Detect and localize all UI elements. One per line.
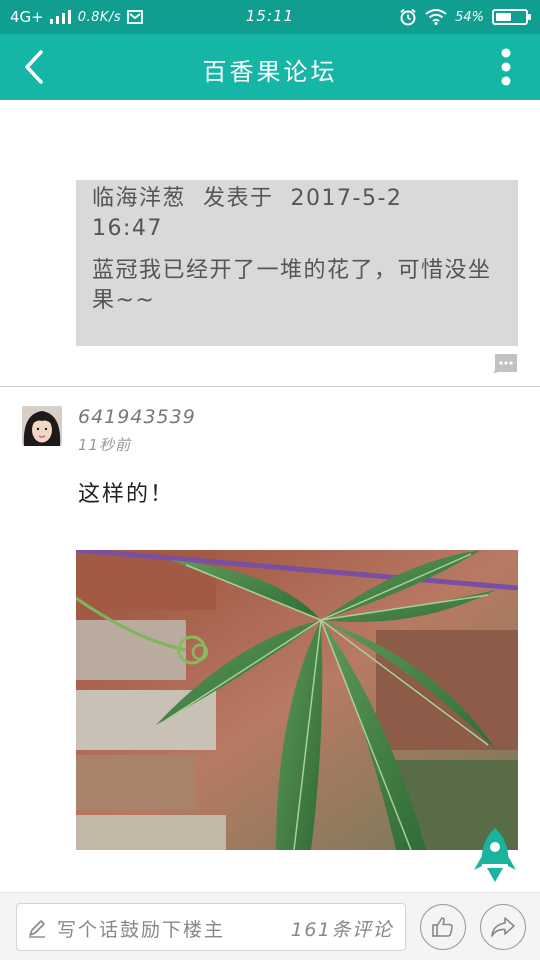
battery-percent: 54% <box>455 9 484 25</box>
back-icon <box>25 50 43 84</box>
bottom-bar: 写个话鼓励下楼主 161条评论 <box>0 892 540 960</box>
post-photo[interactable] <box>76 550 518 850</box>
quote-date: 2017-5-2 <box>290 186 403 211</box>
status-bar: 4G+ 0.8K/s 15:11 54% <box>0 0 540 34</box>
back-button[interactable] <box>14 47 54 87</box>
quote-text: 蓝冠我已经开了一堆的花了，可惜没坐果~~ <box>92 258 492 313</box>
share-button[interactable] <box>480 904 526 950</box>
app-bar: 百香果论坛 <box>0 34 540 100</box>
comment-icon[interactable] <box>492 353 518 375</box>
thumbs-up-icon <box>432 917 453 937</box>
quoted-post: 临海洋葱 发表于 2017-5-2 16:47 蓝冠我已经开了一堆的花了，可惜没… <box>76 180 518 346</box>
comment-input[interactable]: 写个话鼓励下楼主 161条评论 <box>16 903 406 951</box>
more-icon <box>501 48 511 86</box>
quote-author: 临海洋葱 <box>92 186 187 211</box>
comment-placeholder: 写个话鼓励下楼主 <box>57 919 226 941</box>
avatar[interactable] <box>22 406 62 446</box>
page-title: 百香果论坛 <box>202 58 338 86</box>
comment-count[interactable]: 161条评论 <box>291 915 393 942</box>
reply-text: 这样的！ <box>78 482 175 507</box>
battery-icon <box>492 9 531 25</box>
reply-time: 11秒前 <box>78 436 132 454</box>
divider <box>0 386 540 387</box>
quote-header: 临海洋葱 发表于 2017-5-2 <box>92 184 502 214</box>
quote-time: 16:47 <box>92 216 163 241</box>
battery-fill <box>496 13 512 21</box>
passion-fruit-leaf-photo <box>76 550 518 850</box>
status-bar-right: 54% <box>399 7 531 27</box>
alarm-icon <box>400 8 416 26</box>
wifi-icon <box>425 9 447 25</box>
more-button[interactable] <box>486 47 526 87</box>
rocket-icon[interactable] <box>472 826 518 886</box>
avatar-image <box>22 406 62 446</box>
quote-posted-label: 发表于 <box>203 186 274 211</box>
reply-username[interactable]: 641943539 <box>78 406 196 428</box>
share-icon <box>491 917 515 937</box>
pen-icon <box>29 920 45 938</box>
like-button[interactable] <box>420 904 466 950</box>
